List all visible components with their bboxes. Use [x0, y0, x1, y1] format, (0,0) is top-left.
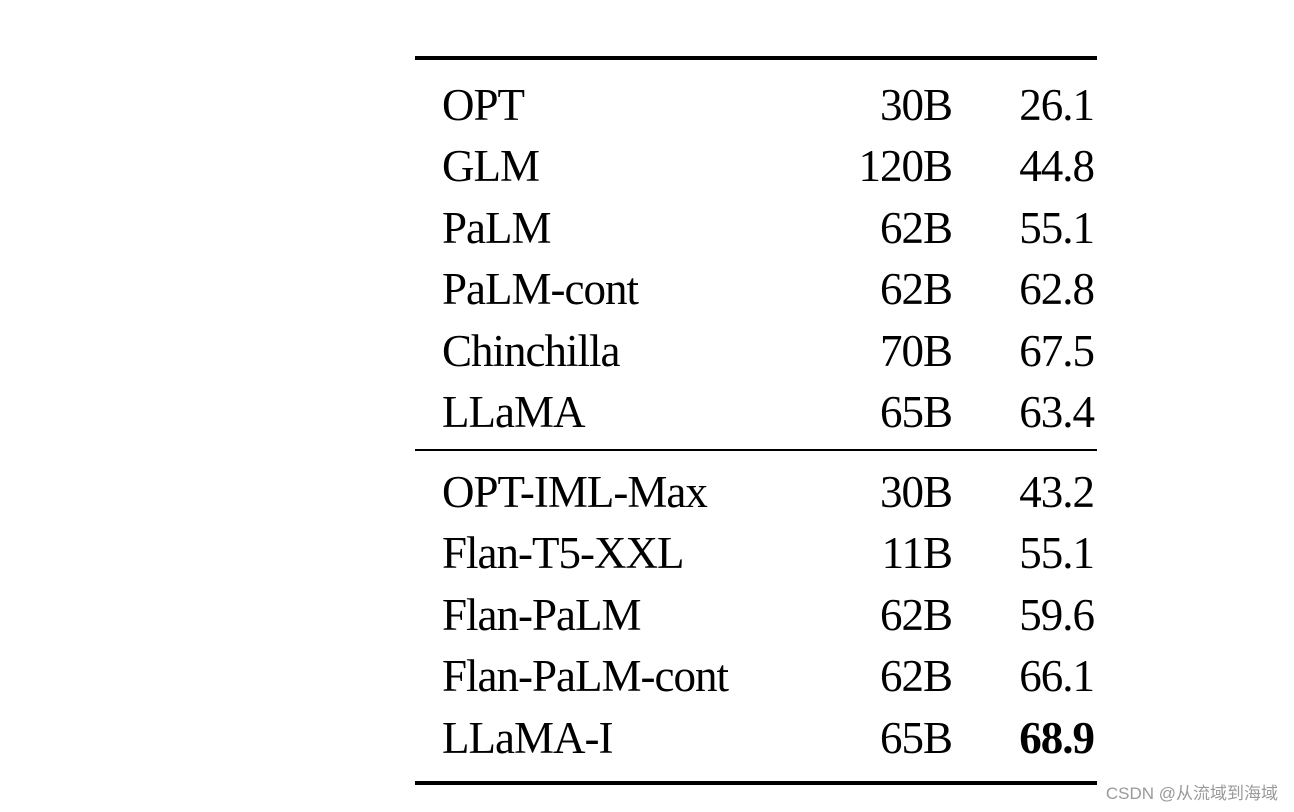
model-cell: LLaMA-I	[442, 712, 613, 763]
table-row: GLM 120B 44.8	[415, 136, 1097, 198]
model-cell: OPT	[442, 79, 525, 130]
model-cell: PaLM-cont	[442, 264, 639, 315]
model-cell: Flan-PaLM-cont	[442, 651, 729, 702]
score-cell: 62.8	[1019, 264, 1095, 315]
params-cell: 62B	[879, 264, 953, 315]
table-row: OPT-IML-Max 30B 43.2	[415, 461, 1097, 523]
score-cell: 67.5	[1019, 325, 1095, 376]
table-row: Flan-PaLM 62B 59.6	[415, 584, 1097, 646]
params-cell: 11B	[881, 528, 953, 579]
model-cell: LLaMA	[442, 387, 585, 438]
table-row: Chinchilla 70B 67.5	[415, 320, 1097, 382]
params-cell: 62B	[879, 202, 953, 253]
score-cell: 68.9	[1019, 712, 1095, 763]
params-cell: 120B	[858, 141, 953, 192]
score-cell: 44.8	[1019, 141, 1095, 192]
table-row: LLaMA-I 65B 68.9	[415, 707, 1097, 769]
params-cell: 65B	[879, 712, 953, 763]
bottom-rule	[415, 780, 1097, 785]
table-row: LLaMA 65B 63.4	[415, 382, 1097, 444]
score-cell: 66.1	[1019, 651, 1095, 702]
table-row: PaLM-cont 62B 62.8	[415, 259, 1097, 321]
instruction-tuned-group: OPT-IML-Max 30B 43.2 Flan-T5-XXL 11B 55.1 Flan…	[415, 451, 1097, 781]
score-cell: 43.2	[1019, 466, 1095, 517]
score-cell: 26.1	[1019, 79, 1095, 130]
score-cell: 55.1	[1019, 528, 1095, 579]
params-cell: 30B	[879, 79, 953, 130]
model-cell: GLM	[442, 141, 540, 192]
table-row: PaLM 62B 55.1	[415, 197, 1097, 259]
score-cell: 55.1	[1019, 202, 1095, 253]
model-cell: PaLM	[442, 202, 552, 253]
table-row: Flan-T5-XXL 11B 55.1	[415, 523, 1097, 585]
table-row: Flan-PaLM-cont 62B 66.1	[415, 646, 1097, 708]
watermark: CSDN @从流域到海域	[1105, 784, 1278, 803]
params-cell: 65B	[879, 387, 953, 438]
score-cell: 59.6	[1019, 589, 1095, 640]
params-cell: 62B	[879, 651, 953, 702]
params-cell: 62B	[879, 589, 953, 640]
base-models-group: OPT 30B 26.1 GLM 120B 44.8 PaLM 62B 55.1 PaLM-con…	[415, 60, 1097, 449]
model-cell: Chinchilla	[442, 325, 620, 376]
table-row: OPT 30B 26.1	[415, 74, 1097, 136]
score-cell: 63.4	[1019, 387, 1095, 438]
params-cell: 30B	[879, 466, 953, 517]
model-cell: Flan-T5-XXL	[442, 528, 684, 579]
model-cell: Flan-PaLM	[442, 589, 642, 640]
model-cell: OPT-IML-Max	[442, 466, 708, 517]
results-table: OPT 30B 26.1 GLM 120B 44.8 PaLM 62B 55.1 PaLM-con…	[415, 56, 1097, 785]
params-cell: 70B	[879, 325, 953, 376]
